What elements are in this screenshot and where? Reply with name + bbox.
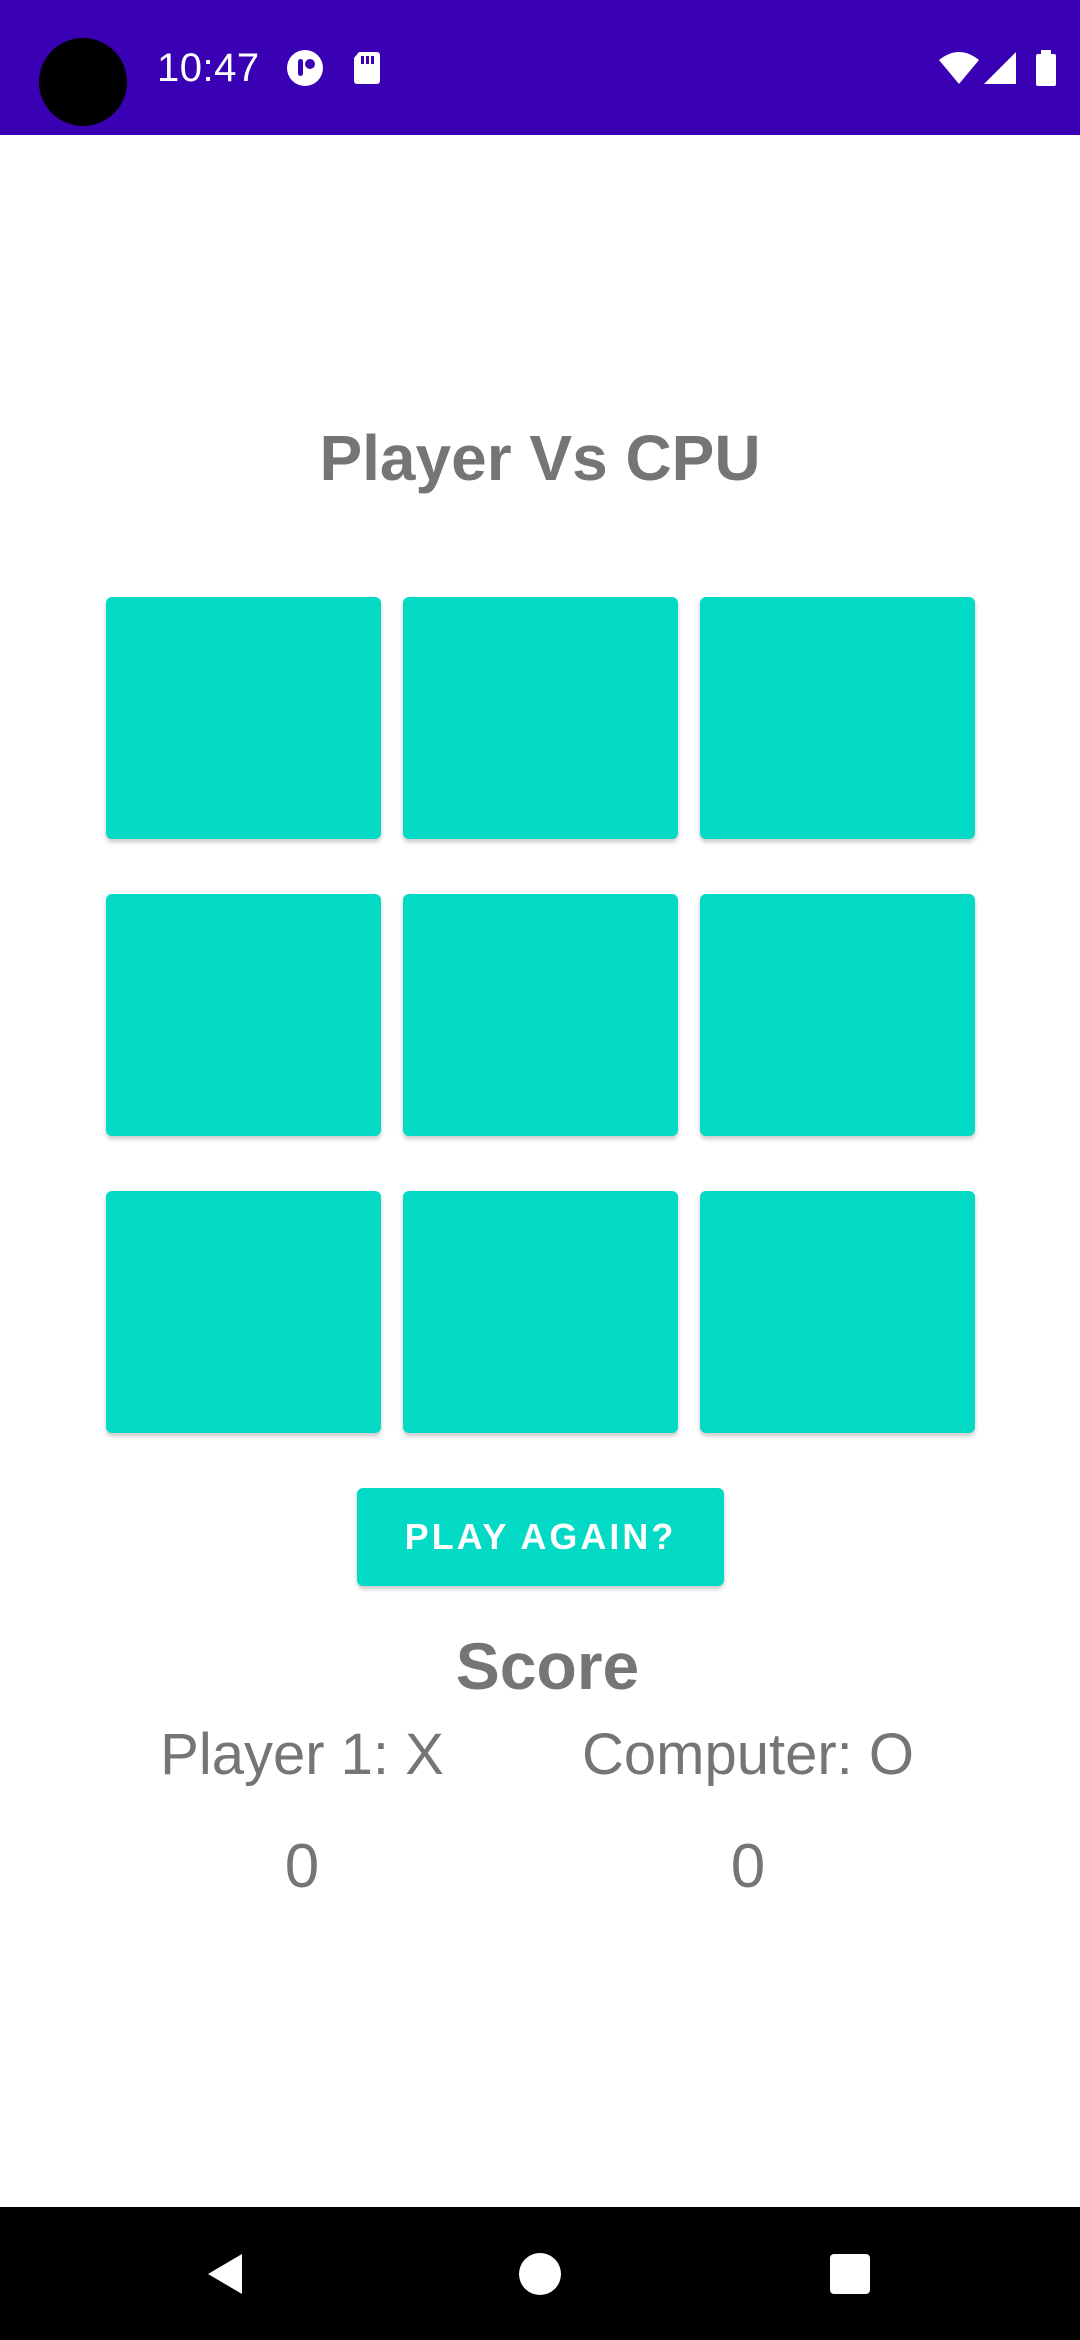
board-cell-1-2[interactable]: [403, 597, 678, 839]
play-again-button[interactable]: PLAY AGAIN?: [357, 1488, 724, 1586]
board-cell-3-1[interactable]: [106, 1191, 381, 1433]
board-cell-2-3[interactable]: [700, 894, 975, 1136]
computer-score: 0: [730, 1832, 766, 1901]
status-time: 10:47: [157, 46, 260, 90]
status-bar: 10:47: [0, 0, 1080, 135]
recents-icon[interactable]: [829, 2253, 871, 2295]
board-cell-2-2[interactable]: [403, 894, 678, 1136]
player-score: 0: [284, 1832, 320, 1901]
home-icon[interactable]: [518, 2252, 562, 2296]
player-label: Player 1: X: [160, 1722, 444, 1787]
notification-app-icon: [285, 48, 325, 88]
board-cell-3-2[interactable]: [403, 1191, 678, 1433]
board-cell-2-1[interactable]: [106, 894, 381, 1136]
cell-signal-icon: [982, 48, 1020, 88]
board-cell-3-3[interactable]: [700, 1191, 975, 1433]
sd-card-icon: [347, 48, 387, 88]
board-cell-1-1[interactable]: [106, 597, 381, 839]
wifi-icon: [937, 48, 981, 88]
game-screen: 10:47 Player Vs CPU PLAY AGAIN? Score Pl…: [0, 0, 1080, 2340]
score-heading: Score: [455, 1629, 640, 1703]
back-icon[interactable]: [202, 2250, 250, 2298]
camera-cutout: [39, 38, 127, 126]
game-board: [106, 597, 975, 1434]
page-title: Player Vs CPU: [319, 422, 761, 494]
board-cell-1-3[interactable]: [700, 597, 975, 839]
battery-icon: [1034, 48, 1058, 88]
computer-label: Computer: O: [582, 1722, 914, 1787]
